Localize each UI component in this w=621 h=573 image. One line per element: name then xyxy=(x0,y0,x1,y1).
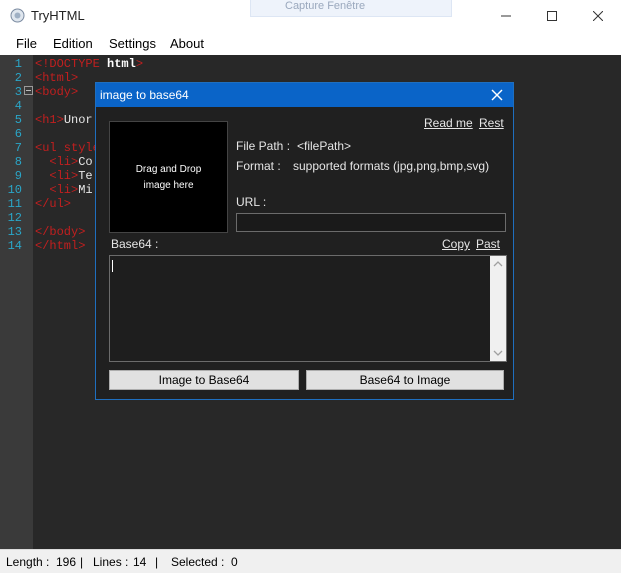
code-token: </ul> xyxy=(35,197,72,211)
past-link[interactable]: Past xyxy=(476,237,500,251)
background-window-title: Capture Fenêtre xyxy=(285,0,366,12)
selected-label: Selected : xyxy=(171,555,225,569)
code-token: <html> xyxy=(35,71,79,85)
code-token: </body> xyxy=(35,225,86,239)
line-number: 1 xyxy=(14,57,22,71)
code-token: > xyxy=(135,57,144,71)
format-value: supported formats (jpg,png,bmp,svg) xyxy=(293,159,490,173)
code-token: <ul style xyxy=(35,141,100,155)
base64-label: Base64 : xyxy=(111,237,159,251)
menu-file[interactable]: File xyxy=(16,36,37,51)
drop-zone-line2: image here xyxy=(143,180,194,191)
title-bar: TryHTML Capture Fenêtre xyxy=(0,0,621,32)
code-token: html xyxy=(99,57,136,71)
code-token: Te xyxy=(78,169,93,183)
image-drop-zone[interactable]: Drag and Drop image here xyxy=(109,121,228,233)
file-path-label: File Path : xyxy=(236,139,291,153)
window-title: TryHTML xyxy=(31,8,85,23)
code-line: <h1>Unor xyxy=(35,113,93,127)
menu-about[interactable]: About xyxy=(170,36,204,51)
close-button[interactable] xyxy=(575,0,621,32)
length-value: 196 xyxy=(56,555,77,569)
status-separator: | xyxy=(80,555,84,569)
minimize-icon xyxy=(501,15,511,17)
code-line: <!DOCTYPE html> xyxy=(35,57,143,71)
app-icon xyxy=(10,8,25,23)
code-line: <li>Mi xyxy=(35,183,93,197)
dialog-title-bar: image to base64 xyxy=(96,83,513,107)
code-line: <body> xyxy=(35,85,78,99)
maximize-button[interactable] xyxy=(529,0,575,32)
code-token: <li> xyxy=(35,155,79,169)
url-input[interactable] xyxy=(236,213,506,232)
line-number: 6 xyxy=(14,127,22,141)
code-token: Unor xyxy=(63,113,93,127)
line-number: 3 xyxy=(14,85,22,99)
drop-zone-line1: Drag and Drop xyxy=(135,164,202,175)
copy-link[interactable]: Copy xyxy=(442,237,470,251)
menu-bar: File Edition Settings About xyxy=(0,32,621,54)
code-token: <body> xyxy=(35,85,79,99)
format-label: Format : xyxy=(236,159,281,173)
line-number: 13 xyxy=(7,225,22,239)
base64-textarea[interactable] xyxy=(109,255,507,362)
line-number: 5 xyxy=(14,113,22,127)
lines-value: 14 xyxy=(133,555,147,569)
read-me-link[interactable]: Read me xyxy=(424,116,473,130)
image-to-base64-dialog: image to base64 Drag and Drop image here… xyxy=(95,82,514,400)
text-caret xyxy=(112,260,113,272)
code-token: <li> xyxy=(35,183,79,197)
code-line: <li>Te xyxy=(35,169,93,183)
code-token: <h1> xyxy=(35,113,64,127)
lines-label: Lines : xyxy=(93,555,129,569)
line-number: 2 xyxy=(14,71,22,85)
dialog-title: image to base64 xyxy=(100,88,189,102)
line-number: 10 xyxy=(7,183,22,197)
code-line: <li>Co xyxy=(35,155,93,169)
scroll-down-icon[interactable] xyxy=(493,349,503,357)
code-token: <!DOCTYPE xyxy=(35,57,100,71)
length-label: Length : xyxy=(6,555,50,569)
code-line: </html> xyxy=(35,239,85,253)
line-number: 8 xyxy=(14,155,22,169)
code-line: </ul> xyxy=(35,197,71,211)
line-number: 4 xyxy=(14,99,22,113)
dialog-close-icon[interactable] xyxy=(489,87,505,103)
status-bar: Length : 196 | Lines : 14 | Selected : 0 xyxy=(0,549,621,573)
rest-link[interactable]: Rest xyxy=(479,116,504,130)
status-separator: | xyxy=(155,555,159,569)
line-number: 12 xyxy=(7,211,22,225)
image-to-base64-button[interactable]: Image to Base64 xyxy=(109,370,299,390)
url-label: URL : xyxy=(236,195,267,209)
line-number: 14 xyxy=(7,239,22,253)
menu-settings[interactable]: Settings xyxy=(109,36,156,51)
line-number: 11 xyxy=(7,197,22,211)
code-token: Co xyxy=(78,155,93,169)
code-line: <html> xyxy=(35,71,78,85)
line-number: 7 xyxy=(14,141,22,155)
background-window-tab: Capture Fenêtre xyxy=(250,0,452,17)
fold-collapse-icon[interactable] xyxy=(24,86,33,95)
base64-to-image-button[interactable]: Base64 to Image xyxy=(306,370,504,390)
selected-value: 0 xyxy=(231,555,238,569)
scroll-up-icon[interactable] xyxy=(493,260,503,268)
line-number: 9 xyxy=(14,169,22,183)
menu-edition[interactable]: Edition xyxy=(53,36,93,51)
code-token: </html> xyxy=(35,239,86,253)
code-token: Mi xyxy=(78,183,93,197)
file-path-value: <filePath> xyxy=(297,139,352,153)
code-line: </body> xyxy=(35,225,85,239)
code-line: <ul style xyxy=(35,141,100,155)
line-number-gutter: 1 2 3 4 5 6 7 8 9 10 11 12 13 14 xyxy=(0,55,33,549)
code-token: <li> xyxy=(35,169,79,183)
maximize-icon xyxy=(547,11,557,21)
minimize-button[interactable] xyxy=(483,0,529,32)
base64-scrollbar[interactable] xyxy=(490,256,506,361)
close-icon xyxy=(593,11,603,21)
